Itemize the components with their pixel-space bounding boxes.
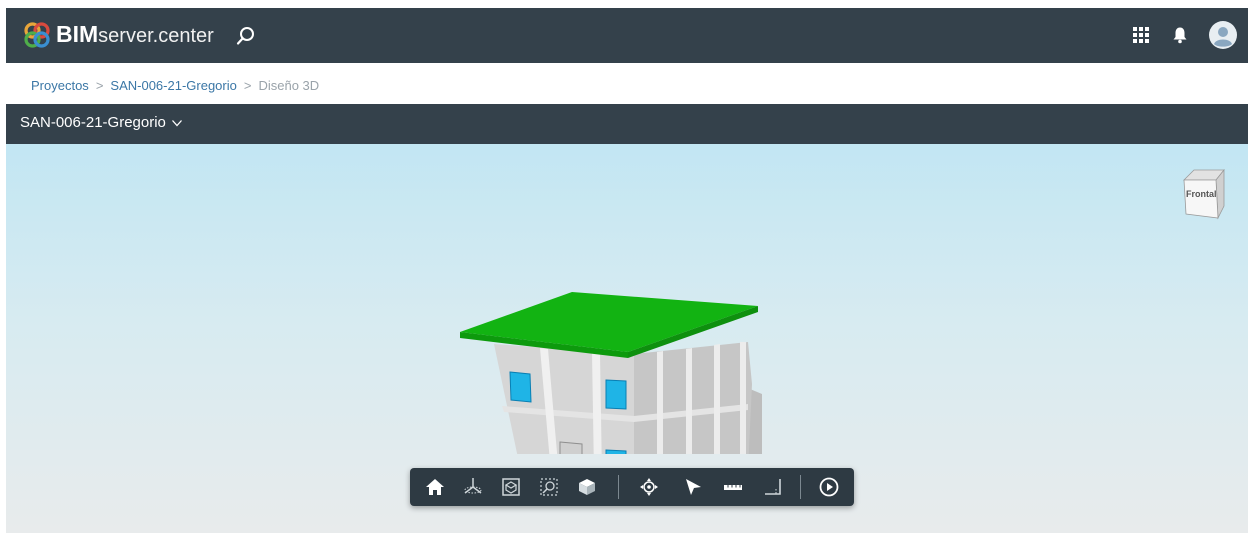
brand-rest-text: server.center (98, 25, 214, 47)
view-cube-face-label: Frontal (1186, 189, 1217, 199)
brand-bold-text: BIM (56, 21, 99, 47)
logo-icon (24, 22, 50, 48)
bell-icon (1173, 27, 1187, 44)
brand-name: BIMserver.center (56, 20, 214, 50)
play-icon (819, 477, 839, 497)
section-box-button[interactable] (574, 474, 600, 500)
project-bar: SAN-006-21-Gregorio (6, 104, 1248, 144)
top-navigation-bar: BIMserver.center (6, 8, 1248, 63)
select-pointer-icon (686, 479, 701, 495)
chevron-down-icon (171, 119, 182, 126)
orbit-axes-icon (464, 478, 482, 494)
play-button[interactable] (816, 474, 842, 500)
select-button[interactable] (680, 474, 706, 500)
toolbar-divider (618, 475, 619, 499)
view-cube[interactable]: Frontal (1180, 162, 1230, 222)
navigation-button[interactable] (636, 474, 662, 500)
section-box-icon (579, 479, 595, 495)
apps-grid-button[interactable] (1133, 27, 1149, 43)
toolbar-divider (800, 475, 801, 499)
breadcrumb-current: Diseño 3D (258, 77, 320, 93)
brand-logo[interactable]: BIMserver.center (24, 21, 214, 49)
viewer-toolbar (410, 468, 854, 506)
user-avatar-button[interactable] (1209, 21, 1237, 49)
apps-grid-icon (1133, 27, 1149, 43)
search-button[interactable] (234, 24, 258, 48)
measure-ruler-icon (724, 485, 742, 490)
zoom-window-button[interactable] (536, 474, 562, 500)
measure-angle-button[interactable] (760, 474, 786, 500)
notifications-button[interactable] (1171, 26, 1189, 44)
project-name: SAN-006-21-Gregorio (20, 114, 166, 131)
breadcrumb-projects[interactable]: Proyectos (31, 78, 89, 93)
navigation-icon (640, 478, 658, 496)
zoom-window-icon (540, 478, 558, 496)
breadcrumb-separator-icon: > (95, 77, 104, 93)
measure-distance-button[interactable] (720, 474, 746, 500)
search-icon (236, 27, 254, 45)
zoom-extents-button[interactable] (498, 474, 524, 500)
user-avatar-icon (1209, 21, 1237, 49)
zoom-extents-icon (502, 478, 520, 496)
building-model (460, 292, 762, 454)
breadcrumb-project[interactable]: SAN-006-21-Gregorio (110, 78, 236, 93)
breadcrumb-separator-icon: > (243, 77, 252, 93)
home-view-button[interactable] (422, 474, 448, 500)
app-frame: BIMserver.center Proyectos > SAN-006-21-… (6, 8, 1248, 533)
angle-measure-icon (765, 479, 781, 495)
home-icon (426, 479, 444, 495)
3d-viewer[interactable]: Frontal (6, 144, 1248, 533)
project-selector[interactable]: SAN-006-21-Gregorio (20, 114, 183, 131)
breadcrumb: Proyectos > SAN-006-21-Gregorio > Diseño… (31, 75, 319, 95)
orbit-axes-button[interactable] (460, 474, 486, 500)
